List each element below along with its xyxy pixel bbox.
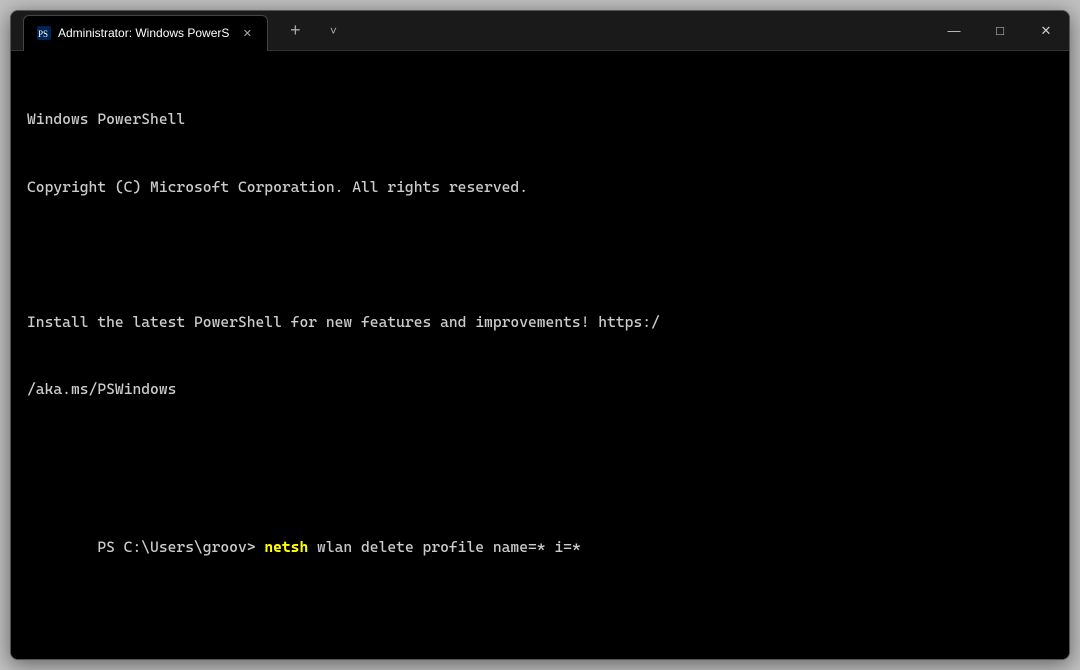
terminal-body[interactable]: Windows PowerShell Copyright (C) Microso… <box>11 51 1069 659</box>
ps-command: netsh <box>264 538 308 556</box>
terminal-line-6 <box>27 446 1053 469</box>
tab-title: Administrator: Windows PowerS <box>58 26 229 40</box>
terminal-line-2: Copyright (C) Microsoft Corporation. All… <box>27 176 1053 199</box>
ps-args: wlan delete profile name=* i=* <box>308 538 580 556</box>
minimize-button[interactable]: — <box>931 11 977 51</box>
ps-prompt: PS C:\Users\groov> <box>97 538 264 556</box>
tab-dropdown-button[interactable]: ˅ <box>318 16 348 46</box>
terminal-output: Windows PowerShell Copyright (C) Microso… <box>27 63 1053 626</box>
close-button[interactable]: ✕ <box>1023 11 1069 51</box>
powershell-icon: PS <box>36 25 52 41</box>
titlebar-left: PS Administrator: Windows PowerS ✕ + ˅ <box>23 13 931 49</box>
terminal-line-3 <box>27 243 1053 266</box>
new-tab-button[interactable]: + <box>280 16 310 46</box>
terminal-command-line: PS C:\Users\groov> netsh wlan delete pro… <box>27 513 1053 581</box>
powershell-window: PS Administrator: Windows PowerS ✕ + ˅ —… <box>10 10 1070 660</box>
tab-close-button[interactable]: ✕ <box>239 25 255 41</box>
svg-text:PS: PS <box>38 29 48 39</box>
terminal-line-5: /aka.ms/PSWindows <box>27 378 1053 401</box>
maximize-button[interactable]: □ <box>977 11 1023 51</box>
terminal-line-1: Windows PowerShell <box>27 108 1053 131</box>
active-tab[interactable]: PS Administrator: Windows PowerS ✕ <box>23 15 268 51</box>
terminal-line-4: Install the latest PowerShell for new fe… <box>27 311 1053 334</box>
titlebar: PS Administrator: Windows PowerS ✕ + ˅ —… <box>11 11 1069 51</box>
window-controls: — □ ✕ <box>931 11 1069 51</box>
